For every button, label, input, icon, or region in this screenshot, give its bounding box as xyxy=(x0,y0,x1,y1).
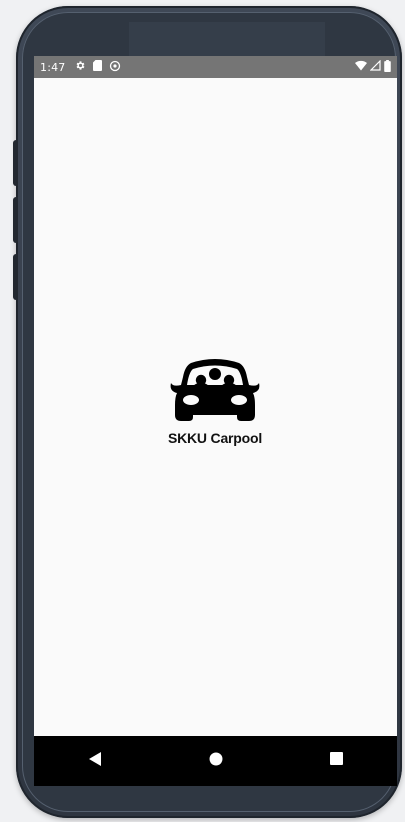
cell-signal-icon xyxy=(369,59,381,74)
wifi-icon xyxy=(355,60,367,74)
status-bar: 1:47 xyxy=(34,56,397,78)
battery-icon xyxy=(384,59,391,75)
car-passengers-icon xyxy=(169,357,261,428)
device-screen: 1:47 SKKU Carpool xyxy=(34,56,397,786)
back-icon xyxy=(88,751,101,771)
home-button[interactable] xyxy=(196,741,236,781)
home-icon xyxy=(209,752,223,771)
back-button[interactable] xyxy=(75,741,115,781)
recents-button[interactable] xyxy=(317,741,357,781)
recents-icon xyxy=(330,752,343,770)
notification-icons xyxy=(75,60,121,75)
sd-card-icon xyxy=(92,60,102,74)
status-time: 1:47 xyxy=(40,60,66,74)
app-logo: SKKU Carpool xyxy=(155,357,275,457)
sync-icon xyxy=(109,60,121,75)
volume-down-button[interactable] xyxy=(13,197,18,243)
splash-screen: SKKU Carpool xyxy=(34,78,397,736)
power-button[interactable] xyxy=(13,254,18,300)
gear-icon xyxy=(75,60,86,74)
app-name-label: SKKU Carpool xyxy=(167,430,263,446)
emulator-stage: 1:47 SKKU Carpool xyxy=(0,0,405,822)
system-status-icons xyxy=(355,56,391,78)
volume-up-button[interactable] xyxy=(13,140,18,186)
navigation-bar xyxy=(34,736,397,786)
